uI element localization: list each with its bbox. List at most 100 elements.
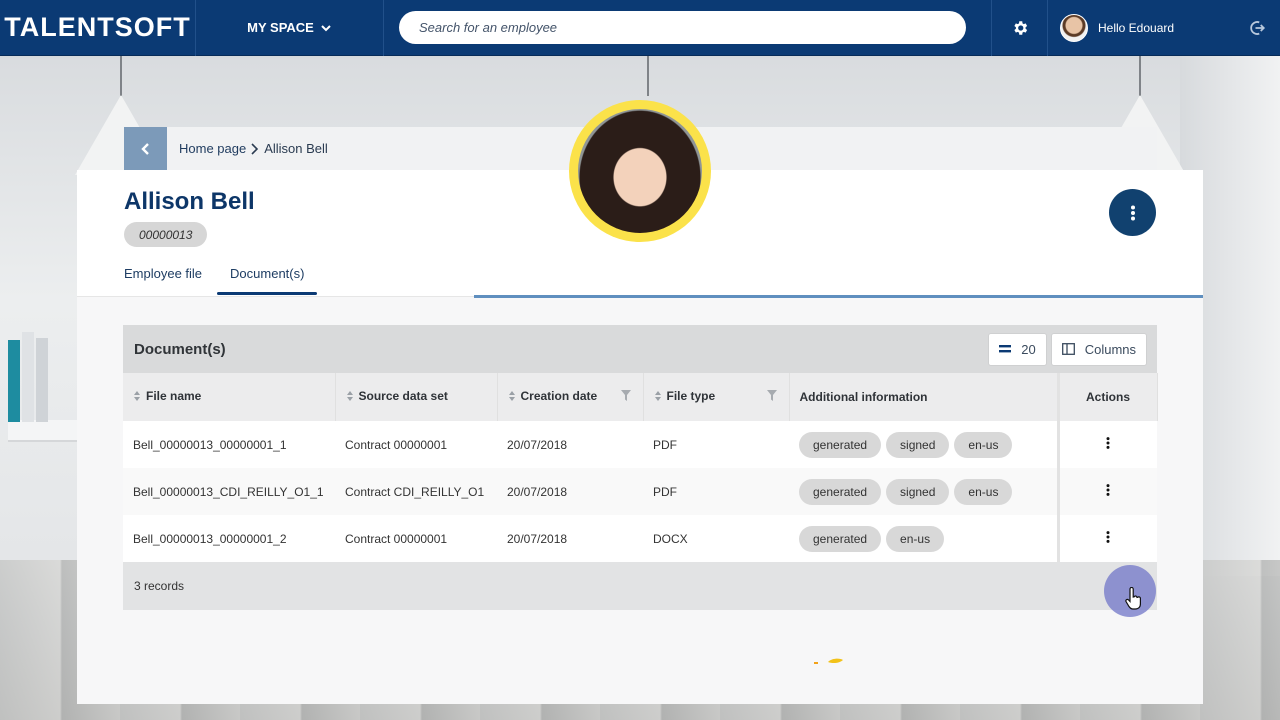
cell-date: 20/07/2018 [497, 468, 643, 515]
column-header-source-data-set[interactable]: Source data set [335, 373, 498, 421]
tag-pill: signed [886, 431, 950, 458]
employee-actions-button[interactable] [1109, 189, 1156, 236]
cell-date: 20/07/2018 [497, 421, 643, 468]
hand-cursor-icon [1125, 587, 1141, 610]
cell-type: PDF [643, 468, 789, 515]
user-greeting: Hello Edouard [1098, 20, 1175, 35]
tag-pill: generated [799, 478, 882, 505]
sort-icon [133, 390, 141, 405]
list-icon [999, 345, 1012, 353]
sort-icon [654, 390, 662, 405]
my-space-menu[interactable]: MY SPACE [196, 0, 384, 56]
cell-source: Contract 00000001 [335, 421, 497, 468]
records-count: 3 records [134, 579, 185, 593]
employee-photo-image [578, 109, 702, 233]
loading-indicator [814, 658, 843, 664]
kebab-icon [1106, 437, 1110, 449]
breadcrumb-home-link[interactable]: Home page [179, 141, 246, 156]
row-actions-button[interactable] [1106, 437, 1110, 449]
employee-photo [569, 100, 711, 242]
column-header-label: Creation date [520, 389, 598, 404]
breadcrumb-trail: Home page Allison Bell [179, 141, 328, 156]
tag-pill: en-us [954, 431, 1013, 458]
row-actions-button[interactable] [1106, 531, 1110, 543]
page-size-value: 20 [1021, 341, 1036, 357]
column-header-file-name[interactable]: File name [123, 373, 336, 421]
search-area [384, 0, 992, 56]
tag-pill: generated [799, 431, 882, 458]
column-header-label: Source data set [358, 389, 448, 404]
row-actions-button[interactable] [1106, 484, 1110, 496]
page-size-button[interactable]: 20 [988, 332, 1047, 366]
cell-actions [1056, 515, 1157, 562]
cell-actions [1056, 468, 1157, 515]
user-avatar [1060, 13, 1088, 42]
cell-tags: generated signed en-us [789, 468, 1058, 515]
chevron-down-icon [321, 24, 331, 31]
employee-tabs: Employee file Document(s) [124, 266, 318, 295]
columns-icon [1061, 343, 1075, 355]
column-header-label: Actions [1085, 390, 1130, 404]
employee-id-badge: 00000013 [124, 222, 208, 247]
tab-accent-line [474, 295, 1203, 298]
top-navigation-bar: TALENTSOFT MY SPACE Hello Edouard [0, 0, 1280, 56]
cell-file-name[interactable]: Bell_00000013_00000001_1 [123, 421, 335, 468]
columns-button[interactable]: Columns [1050, 332, 1147, 366]
column-header-label: Additional information [799, 390, 928, 404]
tag-pill: en-us [954, 478, 1013, 505]
tag-pill: en-us [886, 525, 945, 552]
user-menu[interactable]: Hello Edouard [1048, 0, 1234, 56]
my-space-label: MY SPACE [247, 20, 314, 35]
lamp-cord [120, 56, 122, 96]
sort-icon [508, 390, 516, 405]
filter-icon[interactable] [766, 390, 777, 404]
cell-file-name[interactable]: Bell_00000013_00000001_2 [123, 515, 335, 562]
table-row[interactable]: Bell_00000013_00000001_1 Contract 000000… [123, 421, 1157, 468]
employee-name: Allison Bell [124, 188, 255, 215]
lamp-cord [1139, 56, 1141, 96]
column-header-additional-information: Additional information [789, 373, 1059, 421]
cell-actions [1056, 421, 1157, 468]
sort-icon [346, 390, 354, 405]
table-row[interactable]: Bell_00000013_CDI_REILLY_O1_1 Contract C… [123, 468, 1157, 515]
cell-source: Contract 00000001 [335, 515, 497, 562]
employee-search-input[interactable] [399, 11, 966, 44]
cell-file-name[interactable]: Bell_00000013_CDI_REILLY_O1_1 [123, 468, 335, 515]
cell-tags: generated signed en-us [789, 421, 1058, 468]
documents-footer: 3 records [123, 562, 1157, 610]
table-header-row: File name Source data set Creation date … [123, 373, 1158, 421]
talentsoft-logo[interactable]: TALENTSOFT [0, 0, 196, 56]
background-book [36, 338, 48, 422]
gear-icon [1013, 20, 1027, 35]
kebab-icon [1130, 205, 1135, 220]
cell-type: DOCX [643, 515, 789, 562]
documents-panel: Document(s) 20 Columns File name Source … [123, 325, 1158, 610]
column-header-actions: Actions [1056, 373, 1158, 421]
background-book [22, 332, 34, 422]
back-button[interactable] [124, 127, 167, 170]
settings-button[interactable] [992, 0, 1048, 56]
column-header-creation-date[interactable]: Creation date [497, 373, 644, 421]
tag-pill: generated [799, 525, 882, 552]
column-header-label: File name [146, 389, 202, 404]
breadcrumb-current: Allison Bell [264, 141, 328, 156]
tag-pill: signed [886, 478, 950, 505]
background-shelf [8, 420, 78, 442]
filter-icon[interactable] [620, 390, 631, 404]
logout-icon [1250, 20, 1266, 35]
cell-type: PDF [643, 421, 789, 468]
tab-employee-file[interactable]: Employee file [124, 266, 202, 291]
cell-source: Contract CDI_REILLY_O1 [335, 468, 497, 515]
column-header-label: File type [666, 389, 716, 404]
logout-button[interactable] [1234, 0, 1280, 56]
back-arrow-icon [140, 142, 149, 155]
tab-documents[interactable]: Document(s) [216, 266, 318, 295]
columns-label: Columns [1084, 341, 1136, 357]
lamp-cord [647, 56, 649, 96]
cell-tags: generated en-us [789, 515, 1058, 562]
cell-date: 20/07/2018 [497, 515, 643, 562]
column-header-file-type[interactable]: File type [643, 373, 790, 421]
table-row[interactable]: Bell_00000013_00000001_2 Contract 000000… [123, 515, 1157, 562]
background-book [8, 340, 20, 422]
kebab-icon [1106, 531, 1110, 543]
